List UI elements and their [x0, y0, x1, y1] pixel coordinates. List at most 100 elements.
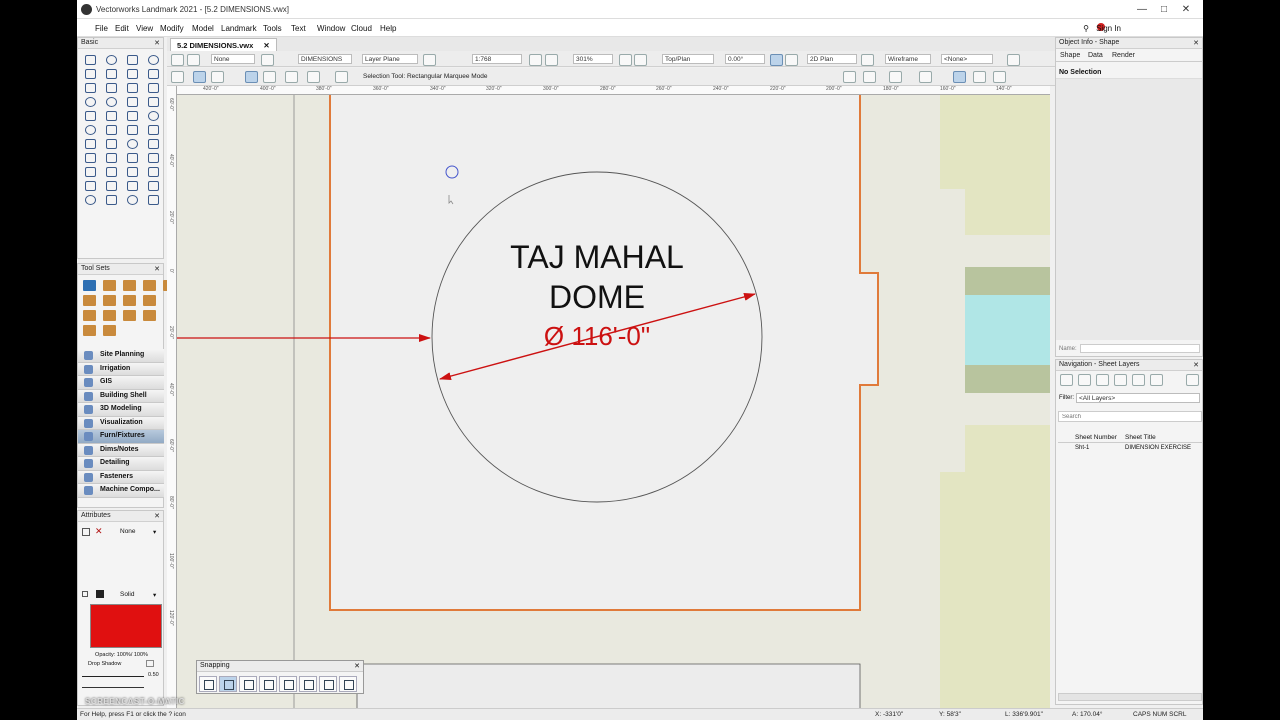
flyover-tool-icon[interactable] [125, 54, 139, 65]
settings-gear-icon[interactable] [863, 71, 876, 83]
close-icon[interactable]: ✕ [354, 662, 360, 670]
arc-tool-icon[interactable] [125, 96, 139, 107]
3d-cube-icon[interactable] [634, 54, 647, 66]
sign-in-link[interactable]: Sign In [1096, 24, 1121, 33]
menu-view[interactable]: View [136, 24, 153, 33]
menu-landmark[interactable]: Landmark [221, 24, 257, 33]
rectangle-tool-icon[interactable] [125, 82, 139, 93]
layer-dropdown[interactable]: DIMENSIONS [298, 54, 352, 64]
fill-icon[interactable] [82, 528, 90, 536]
document-tab[interactable]: 5.2 DIMENSIONS.vwx ✕ [170, 38, 277, 51]
menu-cloud[interactable]: Cloud [351, 24, 372, 33]
shelf-tool-icon[interactable] [143, 280, 156, 291]
circle-tool-icon[interactable] [83, 96, 97, 107]
layer-options-icon[interactable] [423, 54, 436, 66]
fill-style-value[interactable]: None [120, 528, 136, 535]
extend-tool-icon[interactable] [146, 166, 160, 177]
sofa-tool-icon[interactable] [143, 310, 156, 321]
close-icon[interactable]: ✕ [1175, 2, 1197, 17]
text-tool-icon[interactable] [83, 68, 97, 79]
selection-tool-icon[interactable] [83, 54, 97, 65]
menu-window[interactable]: Window [317, 24, 345, 33]
horizontal-scrollbar[interactable] [1058, 693, 1202, 701]
rounded-rectangle-tool-icon[interactable] [146, 82, 160, 93]
closet-tool-icon[interactable] [143, 295, 156, 306]
smart-points-icon[interactable] [299, 676, 317, 692]
sheet-layers-icon[interactable] [1060, 374, 1073, 386]
double-line-tool-icon[interactable] [104, 82, 118, 93]
grid-icon[interactable] [973, 71, 986, 83]
object-dimension-tool-icon[interactable] [104, 180, 118, 191]
column-sheet-title[interactable]: Sheet Title [1125, 434, 1156, 441]
oval-tool-icon[interactable] [104, 96, 118, 107]
table-row[interactable]: Sht-1 DIMENSION EXERCISE [1058, 444, 1202, 454]
chevron-down-icon[interactable]: ▾ [153, 528, 156, 536]
class-options-icon[interactable] [261, 54, 274, 66]
line-tool-icon[interactable] [83, 82, 97, 93]
plan-rotation-icon[interactable] [785, 54, 798, 66]
protractor-tool-icon[interactable] [125, 194, 139, 205]
desk-tool-icon[interactable] [103, 280, 116, 291]
bed-tool-icon[interactable] [123, 310, 136, 321]
tool-set-machine-components[interactable]: Machine Compo... [78, 484, 164, 498]
maximize-icon[interactable]: □ [1153, 2, 1175, 17]
cabinet-tool-icon[interactable] [123, 280, 136, 291]
chamfer-tool-icon[interactable] [83, 166, 97, 177]
drawing-canvas[interactable]: TAJ MAHAL DOME Ø 116'-0" [177, 95, 1050, 710]
attribute-mapping-tool-icon[interactable] [125, 124, 139, 135]
snap-to-angle-icon[interactable] [239, 676, 257, 692]
tool-set-3d-modeling[interactable]: 3D Modeling [78, 403, 164, 417]
references-icon[interactable] [1150, 374, 1163, 386]
snap-to-distance-icon[interactable] [279, 676, 297, 692]
quarter-arc-tool-icon[interactable] [146, 96, 160, 107]
snap-to-tangent-icon[interactable] [339, 676, 357, 692]
tool-set-gis[interactable]: GIS [78, 376, 164, 390]
pen-color-swatch[interactable] [90, 604, 162, 648]
render-mode-dropdown[interactable]: Wireframe [885, 54, 931, 64]
navigation-options-icon[interactable] [1186, 374, 1199, 386]
plan-dropdown[interactable]: 2D Plan [807, 54, 857, 64]
search-input[interactable] [1058, 411, 1202, 422]
eyedropper-tool-icon[interactable] [104, 124, 118, 135]
offset-tool-icon[interactable] [83, 138, 97, 149]
snap-to-grid-icon[interactable] [199, 676, 217, 692]
dimension-tool-icon[interactable] [83, 180, 97, 191]
snap-to-object-icon[interactable] [219, 676, 237, 692]
circle-no-tool-icon[interactable] [83, 194, 97, 205]
zoom-out-icon[interactable] [545, 54, 558, 66]
column-sheet-number[interactable]: Sheet Number [1075, 434, 1117, 441]
snapping-icon[interactable] [889, 71, 902, 83]
locus-tool-icon[interactable] [125, 68, 139, 79]
polygon-tool-icon[interactable] [125, 110, 139, 121]
contrast-icon[interactable] [993, 71, 1006, 83]
tool-set-detailing[interactable]: Detailing [78, 457, 164, 471]
fillet-tool-icon[interactable] [146, 152, 160, 163]
selection-settings-icon[interactable] [335, 71, 348, 83]
chair-tool-icon[interactable] [103, 310, 116, 321]
view-bar-options-icon[interactable] [1007, 54, 1020, 66]
menu-file[interactable]: File [95, 24, 108, 33]
search-icon[interactable]: ⚲ [1083, 24, 1089, 33]
pen-style-value[interactable]: Solid [120, 591, 134, 598]
tool-set-furn-fixtures[interactable]: Furn/Fixtures [78, 430, 164, 444]
minimize-icon[interactable]: — [1131, 2, 1153, 17]
cubicle-tool-icon[interactable] [103, 325, 116, 336]
class-dropdown[interactable]: None [211, 54, 255, 64]
zoom-field[interactable]: 301% [573, 54, 613, 64]
close-icon[interactable]: ✕ [1193, 39, 1199, 47]
color-icon[interactable] [619, 54, 632, 66]
table-tool-icon[interactable] [83, 310, 96, 321]
freehand-tool-icon[interactable] [83, 110, 97, 121]
smart-edge-icon[interactable] [319, 676, 337, 692]
view-dropdown[interactable]: Top/Plan [662, 54, 714, 64]
clip-tool-icon[interactable] [125, 152, 139, 163]
disable-selection-icon[interactable] [171, 71, 184, 83]
split-tool-icon[interactable] [83, 152, 97, 163]
chain-dimension-tool-icon[interactable] [146, 180, 160, 191]
single-object-icon[interactable] [307, 71, 320, 83]
reshape-tool-icon[interactable] [146, 124, 160, 135]
close-icon[interactable]: ✕ [154, 39, 160, 47]
tool-set-irrigation[interactable]: Irrigation [78, 362, 164, 376]
polygonal-marquee-icon[interactable] [285, 71, 298, 83]
saved-views-icon[interactable] [1132, 374, 1145, 386]
